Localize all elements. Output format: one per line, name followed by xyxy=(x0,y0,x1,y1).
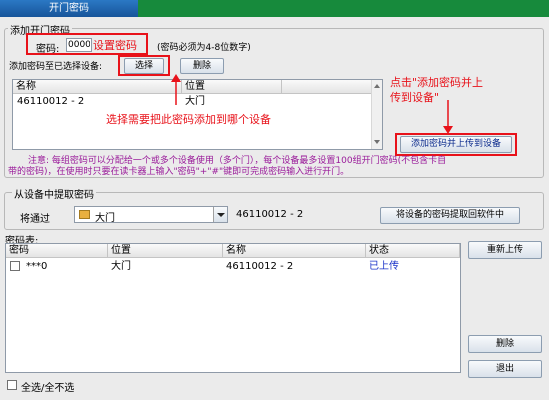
column-header-password[interactable]: 密码 xyxy=(6,244,108,258)
password-table-header: 密码 位置 名称 状态 xyxy=(6,244,460,258)
upload-annotation-line1: 点击"添加密码并上 xyxy=(390,76,484,89)
chevron-down-icon xyxy=(217,213,225,217)
row-checkbox[interactable] xyxy=(10,261,20,271)
notice-line1: 注意: 每组密码可以分配给一个或多个设备使用（多个门），每个设备最多设置100组… xyxy=(28,156,447,166)
location-value: 大门 xyxy=(95,213,115,224)
select-all-checkbox[interactable] xyxy=(7,380,17,390)
column-header-status[interactable]: 状态 xyxy=(366,244,460,258)
extract-password-button[interactable]: 将设备的密码提取回软件中 xyxy=(380,207,520,224)
select-all-label[interactable]: 全选/全不选 xyxy=(21,379,74,394)
device-value: 46110012 - 2 xyxy=(236,209,304,220)
reupload-button[interactable]: 重新上传 xyxy=(468,241,542,259)
arrow-up-icon xyxy=(171,74,181,82)
location-cell: 大门 xyxy=(111,261,131,272)
upload-annotation-line2: 传到设备" xyxy=(390,91,440,104)
name-cell: 46110012 - 2 xyxy=(226,261,294,272)
upload-password-button[interactable]: 添加密码并上传到设备 xyxy=(400,136,512,153)
password-cell: ***0 xyxy=(26,261,48,272)
via-label: 将通过 xyxy=(20,214,50,225)
status-cell: 已上传 xyxy=(369,261,399,272)
column-header-name[interactable]: 名称 xyxy=(223,244,366,258)
folder-icon xyxy=(79,210,90,219)
table-row[interactable]: ***0 大门 46110012 - 2 已上传 xyxy=(6,260,460,273)
notice-line2: 带的密码)，在使用时只要在读卡器上输入"密码"+"#"键即可完成密码输入进行开门… xyxy=(8,167,350,177)
extract-password-legend: 从设备中提取密码 xyxy=(12,186,96,201)
dropdown-button[interactable] xyxy=(213,207,227,222)
delete-password-button[interactable]: 删除 xyxy=(468,335,542,353)
location-combobox[interactable]: 大门 xyxy=(74,206,228,224)
exit-button[interactable]: 退出 xyxy=(468,360,542,378)
column-header-location[interactable]: 位置 xyxy=(108,244,223,258)
password-table: 密码 位置 名称 状态 ***0 大门 46110012 - 2 已上传 xyxy=(5,243,461,373)
